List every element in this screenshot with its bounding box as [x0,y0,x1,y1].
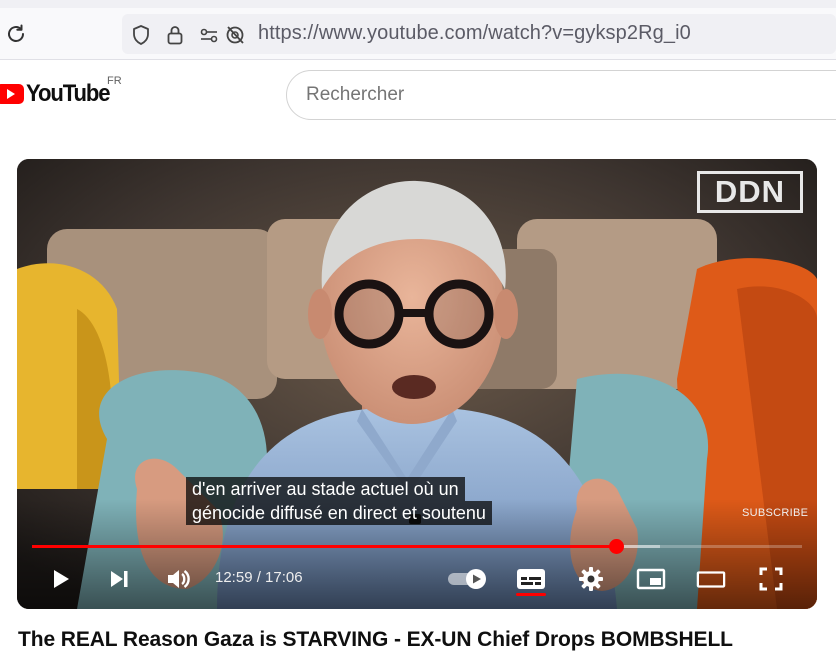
next-icon[interactable] [104,564,134,594]
subtitle-line-1: d'en arriver au stade actuel où un [186,477,465,501]
miniplayer-icon[interactable] [636,564,666,594]
autoplay-toggle[interactable] [445,564,491,594]
progress-played [32,545,617,548]
volume-icon[interactable] [163,564,193,594]
lock-icon[interactable] [164,24,186,46]
youtube-play-logo-icon [0,84,24,104]
tracking-blocked-icon[interactable] [224,24,246,46]
subscribe-watermark[interactable]: SUBSCRIBE [742,507,808,519]
video-title: The REAL Reason Gaza is STARVING - EX-UN… [18,628,733,651]
settings-icon[interactable] [576,564,606,594]
video-player[interactable]: DDN SUBSCRIBE d'en arriver au stade actu… [17,159,817,609]
fullscreen-icon[interactable] [756,564,786,594]
search-placeholder: Rechercher [306,84,405,105]
play-icon[interactable] [45,564,75,594]
progress-bar[interactable] [32,539,802,554]
url-text[interactable]: https://www.youtube.com/watch?v=gyksp2Rg… [258,22,691,45]
permissions-icon[interactable] [198,24,220,46]
browser-tab-strip [0,0,836,8]
subtitles-icon[interactable] [516,564,546,594]
youtube-logo[interactable]: YouTube [0,80,117,107]
region-code: FR [107,75,122,87]
theater-icon[interactable] [696,564,726,594]
subtitle-line-2: génocide diffusé en direct et soutenu [186,501,492,525]
reload-icon[interactable] [4,22,28,46]
subtitles-active-indicator [516,593,546,596]
time-display: 12:59 / 17:06 [215,569,303,586]
channel-watermark-logo: DDN [697,171,803,213]
shield-icon[interactable] [130,24,152,46]
youtube-wordmark: YouTube [26,80,111,107]
